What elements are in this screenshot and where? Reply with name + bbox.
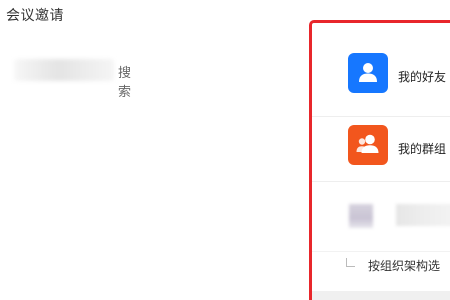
- contact-picker-panel: 我的好友 我的群组 按组织架构选: [309, 20, 450, 300]
- search-input-redacted[interactable]: [14, 59, 114, 81]
- group-icon: [348, 125, 388, 165]
- search-area[interactable]: 搜索: [14, 55, 134, 100]
- contact-name-redacted: [396, 204, 450, 226]
- list-footer: [312, 291, 450, 300]
- picker-item-label: 我的好友: [398, 70, 447, 84]
- search-label[interactable]: 搜索: [118, 62, 134, 100]
- tree-branch-icon: [346, 258, 355, 267]
- picker-item-label: 我的群组: [398, 142, 447, 156]
- page-title: 会议邀请: [6, 8, 64, 24]
- picker-item-friends[interactable]: 我的好友: [312, 43, 450, 103]
- picker-item-groups[interactable]: 我的群组: [312, 116, 450, 176]
- meeting-invite-screen: 会议邀请 搜索 我的好友 我的群组 按组织架构选: [0, 0, 450, 300]
- recent-contact-redacted[interactable]: [312, 181, 450, 246]
- org-structure-select[interactable]: 按组织架构选: [312, 251, 450, 283]
- user-icon: [348, 53, 388, 93]
- org-structure-label: 按组织架构选: [368, 259, 441, 273]
- avatar: [349, 204, 373, 228]
